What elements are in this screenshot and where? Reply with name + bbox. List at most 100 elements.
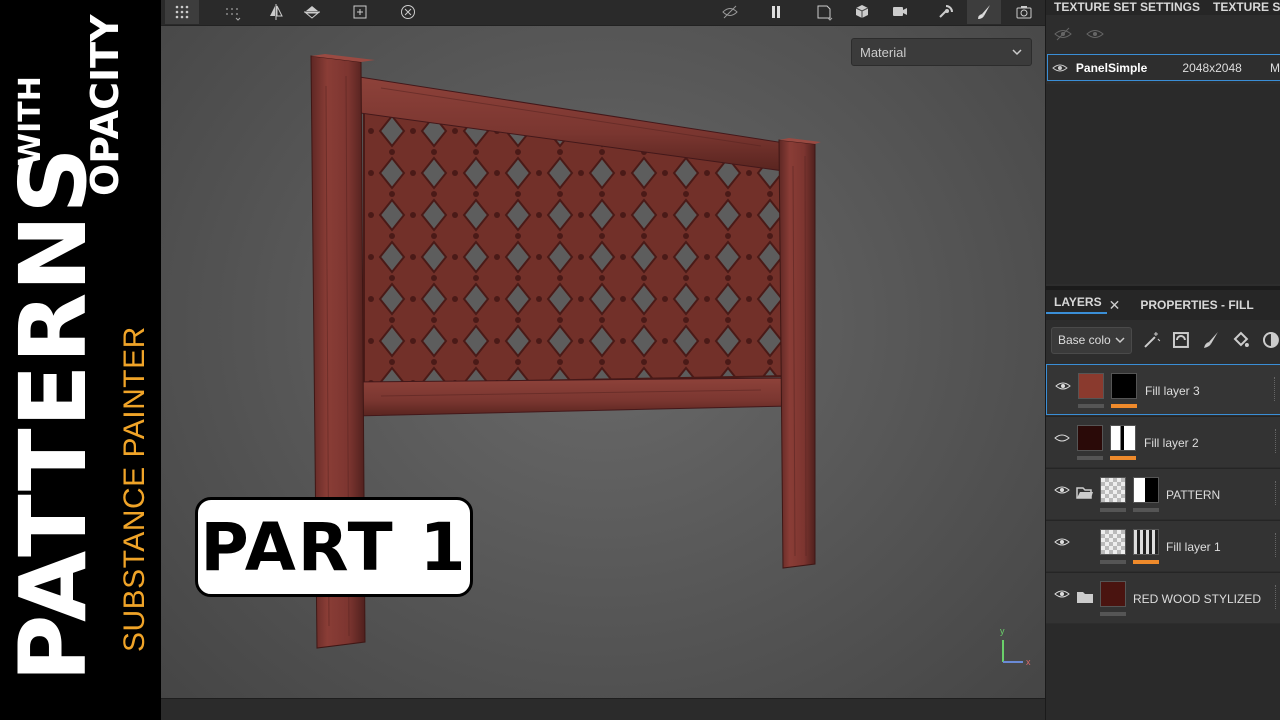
layer-color-thumbnail[interactable] <box>1077 425 1103 451</box>
layer-row-fill-layer-2[interactable]: Fill layer 2 <box>1046 416 1280 467</box>
hide-overlay-button[interactable] <box>713 0 747 24</box>
title-substance-painter: SUBSTANCE PAINTER <box>118 326 151 652</box>
add-paint-layer-icon[interactable] <box>1201 330 1221 350</box>
axis-y-label: y <box>1000 626 1005 636</box>
thumbnail-bar <box>1100 508 1126 512</box>
camera-button[interactable] <box>883 0 917 24</box>
close-icon[interactable]: ✕ <box>1109 297 1121 314</box>
tab-layers[interactable]: LAYERS <box>1046 296 1107 314</box>
eye-icon[interactable] <box>1055 380 1071 392</box>
drag-handle[interactable] <box>1275 585 1277 609</box>
mirror-y-icon <box>304 6 320 19</box>
texture-set-icons <box>1046 22 1280 46</box>
hidden-eye-icon <box>722 5 738 19</box>
layers-tabs: LAYERS ✕ PROPERTIES - FILL <box>1046 290 1280 320</box>
add-square-icon <box>353 5 367 19</box>
viewport-status-bar <box>161 698 1045 720</box>
symmetry-grid-button[interactable] <box>215 0 249 24</box>
layer-color-thumbnail[interactable] <box>1078 373 1104 399</box>
layers-toolbar: Base colo <box>1046 322 1280 358</box>
grid-dots-button[interactable] <box>165 0 199 24</box>
add-mask-icon[interactable] <box>1171 330 1191 350</box>
right-panel: TEXTURE SET SETTINGSTEXTURE SE PanelSimp… <box>1045 0 1280 720</box>
texture-set-material: M <box>1270 60 1280 75</box>
folder-icon[interactable] <box>1076 590 1094 604</box>
viewport-toolbar <box>161 0 1045 26</box>
layer-name: RED WOOD STYLIZED <box>1133 592 1262 606</box>
drag-handle[interactable] <box>1275 533 1277 557</box>
texture-set-name: PanelSimple <box>1075 60 1148 75</box>
thumbnail-bar <box>1078 404 1104 408</box>
3d-viewport[interactable]: Material PART 1 y x <box>161 0 1045 720</box>
eye-icon[interactable] <box>1086 27 1104 41</box>
tab-texture-set-settings[interactable]: TEXTURE SET SETTINGS <box>1046 1 1205 13</box>
tab-texture-set-list[interactable]: TEXTURE SE <box>1205 1 1280 13</box>
reset-circle-icon <box>401 5 415 19</box>
axis-gizmo: y x <box>1000 626 1031 667</box>
reset-button[interactable] <box>391 0 425 24</box>
title-with: WITH <box>13 76 48 166</box>
layer-color-thumbnail[interactable] <box>1100 477 1126 503</box>
texture-set-tabs: TEXTURE SET SETTINGSTEXTURE SE <box>1046 0 1280 15</box>
eye-icon[interactable] <box>1054 484 1070 496</box>
drag-handle[interactable] <box>1274 377 1276 401</box>
axis-x-label: x <box>1026 657 1031 667</box>
layer-color-thumbnail[interactable] <box>1100 581 1126 607</box>
eye-icon[interactable] <box>1054 588 1070 600</box>
layer-name: Fill layer 2 <box>1144 436 1199 450</box>
title-patterns: PATTERNS <box>0 146 107 682</box>
screenshot-button[interactable] <box>1007 0 1041 24</box>
brush-icon <box>978 5 990 19</box>
texture-set-resolution: 2048x2048 <box>1182 60 1242 75</box>
add-effect-icon[interactable] <box>1142 330 1162 350</box>
pause-icon <box>772 6 780 18</box>
paint-brush-button[interactable] <box>967 0 1001 24</box>
thumbnail-bar <box>1077 456 1103 460</box>
layer-mask-thumbnail[interactable] <box>1111 373 1137 399</box>
mask-selected-bar <box>1111 404 1137 408</box>
layer-color-thumbnail[interactable] <box>1100 529 1126 555</box>
layer-name: PATTERN <box>1166 488 1221 502</box>
projection-icon <box>939 5 953 18</box>
mirror-x-button[interactable] <box>259 0 293 24</box>
mirror-y-button[interactable] <box>295 0 329 24</box>
tab-properties-fill[interactable]: PROPERTIES - FILL <box>1132 299 1258 311</box>
layer-name: Fill layer 3 <box>1145 384 1200 398</box>
smart-material-icon[interactable] <box>1261 330 1280 350</box>
pause-button[interactable] <box>759 0 793 24</box>
square-view-icon <box>817 5 833 21</box>
projection-tool-button[interactable] <box>929 0 963 24</box>
layer-row-fill-layer-1[interactable]: Fill layer 1 <box>1046 520 1280 571</box>
texture-set-list-area <box>1046 84 1280 284</box>
camera-icon <box>1016 6 1032 19</box>
folder-open-icon[interactable] <box>1076 486 1094 500</box>
mirror-x-icon <box>270 4 283 20</box>
layer-row-red-wood-stylized[interactable]: RED WOOD STYLIZED <box>1046 572 1280 623</box>
title-banner: PATTERNS WITH OPACITY SUBSTANCE PAINTER <box>0 0 161 720</box>
channel-select[interactable]: Base colo <box>1051 326 1132 354</box>
dotted-grid-icon <box>226 8 241 21</box>
layer-mask-thumbnail[interactable] <box>1133 529 1159 555</box>
eye-icon[interactable] <box>1054 536 1070 548</box>
cube-view-button[interactable] <box>845 0 879 24</box>
drag-handle[interactable] <box>1275 429 1277 453</box>
layer-mask-thumbnail[interactable] <box>1110 425 1136 451</box>
layer-row-pattern-folder[interactable]: PATTERN <box>1046 468 1280 519</box>
add-point-button[interactable] <box>343 0 377 24</box>
eye-icon[interactable] <box>1052 62 1068 74</box>
mask-selected-bar <box>1110 456 1136 460</box>
eye-off-icon[interactable] <box>1054 432 1070 444</box>
texture-set-row[interactable]: PanelSimple 2048x2048 M <box>1047 54 1280 81</box>
layer-mask-thumbnail[interactable] <box>1133 477 1159 503</box>
cube-icon <box>855 5 869 18</box>
layer-row-fill-layer-3[interactable]: Fill layer 3 <box>1046 364 1280 415</box>
view-mode-button[interactable] <box>807 0 841 24</box>
add-fill-layer-icon[interactable] <box>1231 330 1251 350</box>
channel-select-value: Base colo <box>1058 333 1111 347</box>
thumbnail-bar <box>1100 560 1126 564</box>
thumbnail-bar <box>1133 508 1159 512</box>
part-label: PART 1 <box>200 508 468 586</box>
chevron-down-icon <box>1115 336 1125 343</box>
hidden-eye-icon[interactable] <box>1054 27 1072 41</box>
drag-handle[interactable] <box>1275 481 1277 505</box>
